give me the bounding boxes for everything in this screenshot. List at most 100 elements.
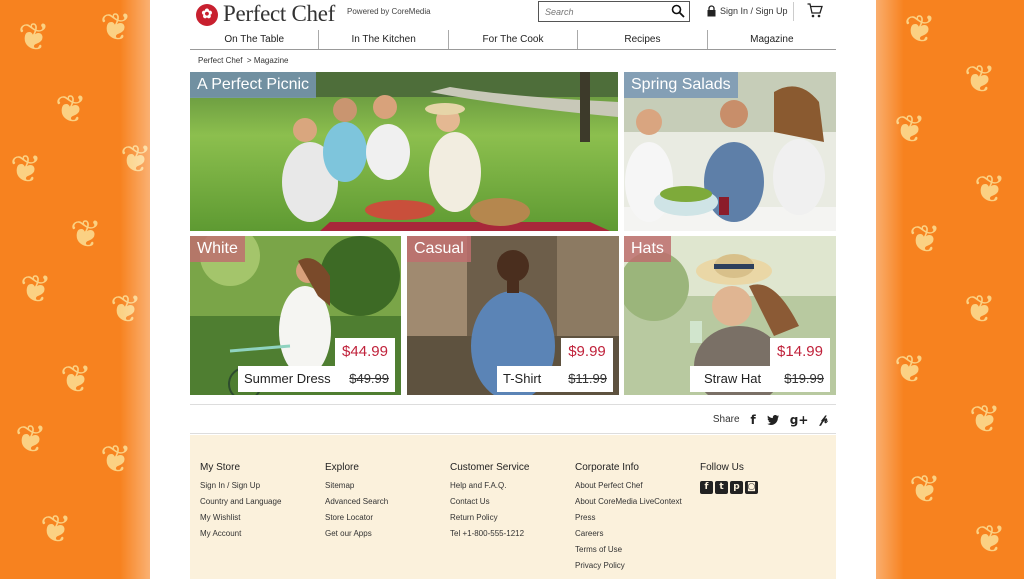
nav-item-magazine[interactable]: Magazine [708,30,836,49]
footer-link[interactable]: Get our Apps [325,529,388,538]
footer-link[interactable]: Sitemap [325,481,388,490]
signin-link[interactable]: Sign In / Sign Up [707,5,788,17]
tile-label: A Perfect Picnic [190,72,317,98]
tile-label: White [190,236,245,262]
tile-label: Hats [624,236,671,262]
lock-icon [707,5,716,17]
header-divider [793,2,794,21]
footer-link[interactable]: My Wishlist [200,513,281,522]
old-price: $49.99 [349,371,389,386]
footer-link[interactable]: About CoreMedia LiveContext [575,497,682,506]
search-box[interactable] [538,1,690,22]
footer-link[interactable]: Tel +1-800-555-1212 [450,529,529,538]
signin-label: Sign In / Sign Up [720,6,788,16]
footer-link[interactable]: Privacy Policy [575,561,682,570]
search-icon[interactable] [671,4,685,18]
twitter-icon[interactable]: t [715,481,728,494]
leaf-icon: ❦ [909,217,941,261]
tile-label: Spring Salads [624,72,738,98]
footer-link[interactable]: Terms of Use [575,545,682,554]
social-icons: f t p ◙ [700,481,758,494]
page-content: ✿ Perfect Chef Powered by CoreMedia Sign… [190,0,836,579]
google-plus-icon[interactable]: g+ [790,413,809,427]
breadcrumb-home[interactable]: Perfect Chef [198,56,242,65]
footer-col-follow-us: Follow Us f t p ◙ [700,462,758,494]
powered-by-text: Powered by CoreMedia [347,7,431,16]
footer-heading: My Store [200,462,241,473]
leaf-icon: ❦ [15,417,47,461]
product-name-box: T-Shirt $11.99 [497,366,613,392]
tile-label: Casual [407,236,471,262]
breadcrumb: Perfect Chef > Magazine [198,56,289,65]
main-nav: On The Table In The Kitchen For The Cook… [190,30,836,50]
site-footer: My Store Sign In / Sign Up Country and L… [190,435,836,579]
breadcrumb-current: > Magazine [246,56,289,65]
instagram-icon[interactable]: ◙ [745,481,758,494]
footer-link[interactable]: Store Locator [325,513,388,522]
search-input[interactable] [545,2,665,22]
product-name-box: Straw Hat $19.99 [690,366,830,392]
tile-picnic[interactable]: A Perfect Picnic [190,72,618,231]
footer-link[interactable]: Help and F.A.Q. [450,481,529,490]
leaf-icon: ❦ [964,57,996,101]
nav-item-for-the-cook[interactable]: For The Cook [449,30,579,49]
footer-col-corporate-info: Corporate Info About Perfect Chef About … [575,462,682,577]
footer-link[interactable]: About Perfect Chef [575,481,682,490]
footer-heading: Corporate Info [575,462,639,473]
footer-heading: Explore [325,462,359,473]
leaf-icon: ❦ [909,467,941,511]
site-header: ✿ Perfect Chef Powered by CoreMedia Sign… [190,0,836,30]
twitter-icon[interactable] [766,414,779,425]
brand-logo[interactable]: Perfect Chef [223,1,335,27]
tile-white[interactable]: White $44.99 Summer Dress $49.99 [190,236,401,395]
leaf-icon: ❦ [20,267,52,311]
tile-casual[interactable]: Casual $9.99 T-Shirt $11.99 [407,236,619,395]
facebook-icon[interactable]: f [751,413,756,427]
logo-icon[interactable]: ✿ [196,4,218,26]
footer-col-my-store: My Store Sign In / Sign Up Country and L… [200,462,281,545]
old-price: $19.99 [784,371,824,386]
footer-link[interactable]: Sign In / Sign Up [200,481,281,490]
footer-heading: Customer Service [450,462,530,473]
facebook-icon[interactable]: f [700,481,713,494]
nav-item-on-the-table[interactable]: On The Table [190,30,320,49]
price-tag: $14.99 [770,338,830,366]
nav-item-in-the-kitchen[interactable]: In The Kitchen [319,30,449,49]
share-bar: Share f g+ 𝓅 [190,404,836,434]
leaf-icon: ❦ [974,167,1006,211]
product-name: Straw Hat [704,371,762,386]
tile-salads[interactable]: Spring Salads [624,72,836,231]
price-tag: $44.99 [335,338,395,366]
leaf-icon: ❦ [18,15,50,59]
footer-col-explore: Explore Sitemap Advanced Search Store Lo… [325,462,388,545]
product-name-box: Summer Dress $49.99 [238,366,395,392]
price-tag: $9.99 [561,338,613,366]
pinterest-icon[interactable]: p [730,481,743,494]
leaf-icon: ❦ [904,7,936,51]
footer-link[interactable]: Advanced Search [325,497,388,506]
leaf-icon: ❦ [60,357,92,401]
leaf-icon: ❦ [55,87,87,131]
leaf-icon: ❦ [40,507,72,551]
leaf-icon: ❦ [10,147,42,191]
pinterest-icon[interactable]: 𝓅 [819,412,828,427]
footer-link[interactable]: Careers [575,529,682,538]
product-name: T-Shirt [503,371,542,386]
nav-item-recipes[interactable]: Recipes [578,30,708,49]
footer-link[interactable]: Country and Language [200,497,281,506]
footer-heading: Follow Us [700,462,744,473]
footer-link[interactable]: My Account [200,529,281,538]
leaf-icon: ❦ [974,517,1006,561]
leaf-icon: ❦ [964,287,996,331]
footer-col-customer-service: Customer Service Help and F.A.Q. Contact… [450,462,529,545]
leaf-icon: ❦ [969,397,1001,441]
cart-icon[interactable] [807,3,823,18]
share-label: Share [712,414,740,425]
product-name: Summer Dress [244,371,331,386]
old-price: $11.99 [568,371,607,386]
leaf-icon: ❦ [70,212,102,256]
footer-link[interactable]: Contact Us [450,497,529,506]
footer-link[interactable]: Press [575,513,682,522]
tile-hats[interactable]: Hats $14.99 Straw Hat $19.99 [624,236,836,395]
footer-link[interactable]: Return Policy [450,513,529,522]
